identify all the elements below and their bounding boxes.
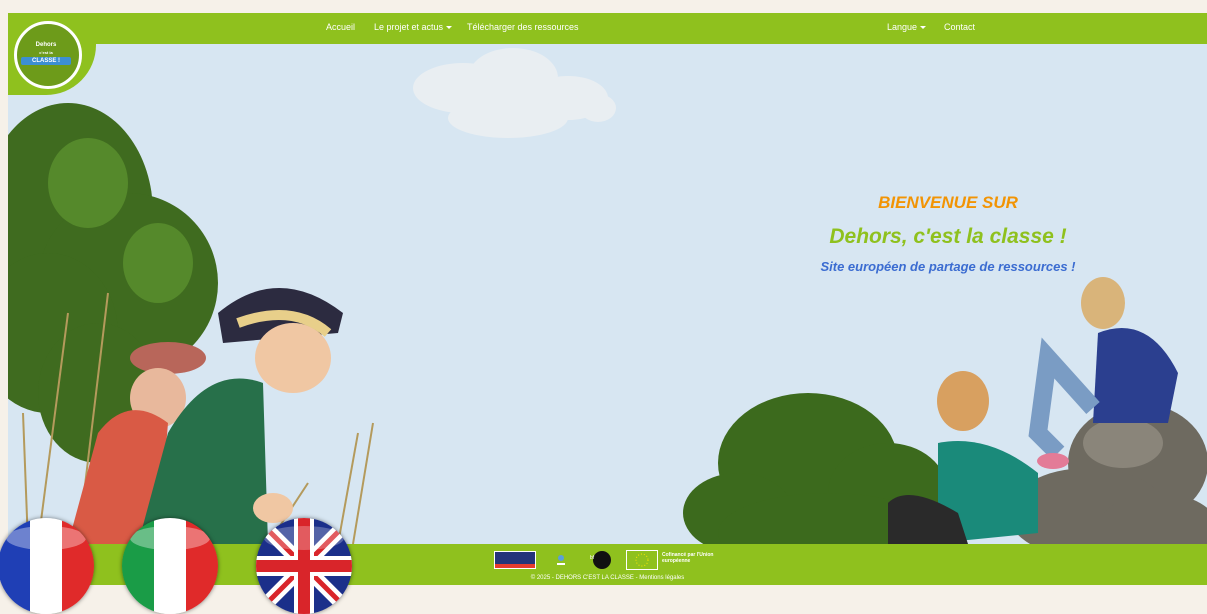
chevron-down-icon (920, 26, 927, 30)
partner-logo-agence[interactable] (494, 551, 536, 569)
chevron-down-icon (446, 26, 453, 30)
logo-line1: Dehors (35, 42, 57, 48)
uk-flag-icon (256, 518, 352, 614)
welcome-line1: BIENVENUE SUR (878, 193, 1018, 212)
logo-line3: CLASSE ! (21, 57, 71, 65)
nav-item-langue[interactable]: Langue (887, 22, 927, 32)
top-navbar: Accueil Le projet et actus Télécharger d… (8, 13, 1207, 44)
cloud-shape (413, 48, 616, 138)
logo-line2: c'est la (39, 50, 53, 55)
eu-cofinance-label: Cofinancé par l'Union européenne (662, 552, 714, 564)
nav-item-accueil[interactable]: Accueil (326, 22, 355, 32)
partner-logo-small[interactable] (556, 553, 566, 565)
logo-text: Dehors c'est la CLASSE ! (21, 41, 71, 65)
welcome-block: BIENVENUE SUR Dehors, c'est la classe ! … (768, 193, 1128, 274)
flag-it-button[interactable] (122, 518, 218, 614)
partner-logo-black[interactable]: bf (586, 550, 612, 570)
welcome-title: Dehors, c'est la classe ! (829, 225, 1067, 248)
flag-en-button[interactable] (256, 518, 352, 614)
nav-item-langue-label: Langue (887, 22, 918, 32)
nav-item-telecharger[interactable]: Télécharger des ressources (467, 22, 579, 32)
hero-photo (8, 48, 1207, 573)
svg-text:bf: bf (590, 555, 595, 561)
nav-item-contact[interactable]: Contact (944, 22, 975, 32)
nav-item-projet-label: Le projet et actus (374, 22, 444, 32)
nav-item-projet[interactable]: Le projet et actus (374, 22, 453, 32)
french-flag-icon (0, 518, 94, 614)
italian-flag-icon (122, 518, 218, 614)
page-frame: Accueil Le projet et actus Télécharger d… (8, 13, 1207, 585)
eu-flag-icon (626, 550, 658, 570)
welcome-subtitle: Site européen de partage de ressources ! (820, 259, 1076, 274)
flag-fr-button[interactable] (0, 518, 94, 614)
